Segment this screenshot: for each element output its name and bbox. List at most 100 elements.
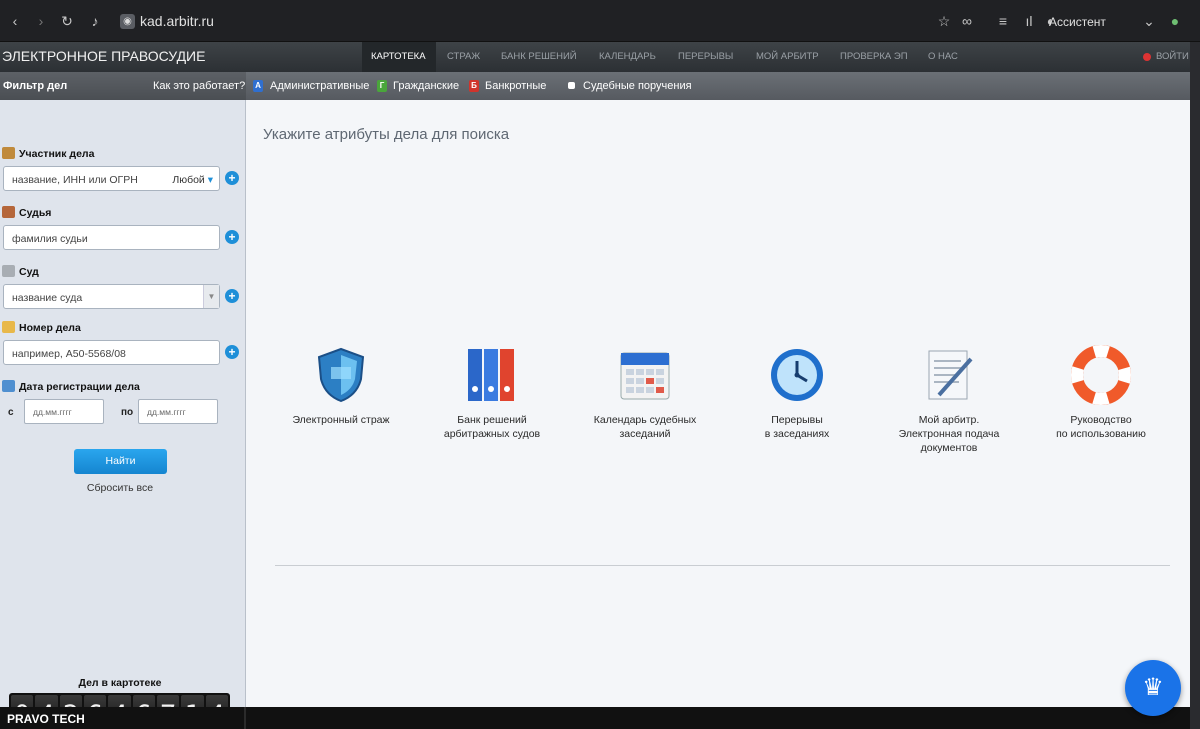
feature-electronic-guard[interactable]: Электронный страж <box>261 345 421 427</box>
feature-court-calendar[interactable]: Календарь судебных заседаний <box>565 345 725 441</box>
login-link[interactable]: ВОЙТИ <box>1156 51 1189 62</box>
case-number-input[interactable]: например, А50-5568/08 <box>3 340 220 365</box>
emblem-button[interactable]: ♛ <box>1125 660 1181 716</box>
browser-toolbar: ‹ › ↻ ♪ ◉ kad.arbitr.ru ☆ ∞ ≡ ıl ◐ Ассис… <box>0 0 1200 42</box>
judge-input[interactable]: фамилия судьи <box>3 225 220 250</box>
clock-icon <box>767 345 827 405</box>
checkbox-icon[interactable] <box>568 82 575 89</box>
counter-digit: 0 <box>11 695 34 707</box>
add-judge-button[interactable]: + <box>225 230 239 244</box>
counter-digit: 7 <box>156 695 180 707</box>
counter-digit: 1 <box>181 695 204 707</box>
calendar-icon <box>615 345 675 405</box>
main-area: Укажите атрибуты дела для поиска Электро… <box>246 100 1190 707</box>
category-administrative[interactable]: Административные <box>270 80 369 92</box>
counter-digit: 2 <box>59 695 82 707</box>
divider <box>275 565 1170 566</box>
nav-moy-arbitr[interactable]: МОЙ АРБИТР <box>756 51 819 62</box>
site-info-icon[interactable]: ◉ <box>120 14 135 29</box>
case-count-label: Дел в картотеке <box>78 677 162 689</box>
feature-breaks[interactable]: Перерывы в заседаниях <box>717 345 877 441</box>
court-placeholder: название суда <box>12 292 83 304</box>
civil-icon: Г <box>377 80 387 92</box>
counter-digit: 6 <box>83 695 107 707</box>
participant-label: Участник дела <box>19 148 95 160</box>
reload-icon[interactable]: ↻ <box>58 12 76 30</box>
nav-kalendar[interactable]: КАЛЕНДАРЬ <box>599 51 656 62</box>
feature-label: Руководство <box>1070 414 1132 426</box>
footer-separator <box>244 707 246 729</box>
address-bar[interactable]: kad.arbitr.ru <box>140 13 214 29</box>
case-number-label: Номер дела <box>19 322 81 334</box>
feature-label: заседаний <box>619 428 671 440</box>
case-counter: 0 4 2 6 4 6 7 1 4 <box>9 693 230 707</box>
profile-avatar[interactable]: ● <box>1166 12 1184 30</box>
feature-my-arbitr[interactable]: Мой арбитр. Электронная подача документо… <box>869 345 1029 455</box>
shield-icon <box>311 345 371 405</box>
feature-label: по использованию <box>1056 428 1146 440</box>
category-civil[interactable]: Гражданские <box>393 80 459 92</box>
feature-label: в заседаниях <box>764 428 830 440</box>
category-bankruptcy[interactable]: Банкротные <box>485 80 546 92</box>
add-participant-button[interactable]: + <box>225 171 239 185</box>
binders-icon <box>462 345 522 405</box>
feature-label: Календарь судебных <box>593 414 697 426</box>
date-to-input[interactable]: дд.мм.гггг <box>138 399 218 424</box>
nav-kartoteka[interactable]: КАРТОТЕКА <box>371 51 426 62</box>
chevron-down-icon[interactable]: ⌄ <box>1140 12 1158 30</box>
lifebuoy-icon <box>1071 345 1131 405</box>
login-icon <box>1143 53 1151 61</box>
dropdown-arrow-icon[interactable]: ▼ <box>203 285 219 308</box>
gavel-icon <box>2 206 15 218</box>
bookmark-star-icon[interactable]: ☆ <box>935 12 953 30</box>
participant-placeholder: название, ИНН или ОГРН <box>12 174 138 186</box>
participant-input[interactable]: название, ИНН или ОГРН Любой ▾ <box>3 166 220 191</box>
participant-role-value: Любой <box>172 174 205 186</box>
counter-digit: 4 <box>35 695 58 707</box>
nav-pereryvy[interactable]: ПЕРЕРЫВЫ <box>678 51 733 62</box>
nav-o-nas[interactable]: О НАС <box>928 51 958 62</box>
date-from-label: с <box>8 407 14 418</box>
reader-icon[interactable]: ≡ <box>994 12 1012 30</box>
feature-guide[interactable]: Руководство по использованию <box>1021 345 1181 441</box>
folder-icon <box>2 321 15 333</box>
nav-bank-resheniy[interactable]: БАНК РЕШЕНИЙ <box>501 51 577 62</box>
reset-all-link[interactable]: Сбросить все <box>60 482 180 494</box>
add-case-number-button[interactable]: + <box>225 345 239 359</box>
court-select[interactable]: название суда ▼ <box>3 284 220 309</box>
footer-brand[interactable]: PRAVO TECH <box>7 712 85 726</box>
site-logo[interactable]: ЭЛЕКТРОННОЕ ПРАВОСУДИЕ <box>2 48 205 64</box>
category-court-orders[interactable]: Судебные поручения <box>583 80 692 92</box>
microphone-icon[interactable]: ♪ <box>86 12 104 30</box>
back-icon[interactable]: ‹ <box>6 12 24 30</box>
add-court-button[interactable]: + <box>225 289 239 303</box>
audio-icon[interactable]: ıl <box>1020 12 1038 30</box>
reg-date-label: Дата регистрации дела <box>19 381 140 393</box>
search-heading: Укажите атрибуты дела для поиска <box>263 126 510 143</box>
assistant-button[interactable]: Ассистент <box>1049 15 1106 29</box>
feature-label: Электронный страж <box>292 414 390 426</box>
page-content: ЭЛЕКТРОННОЕ ПРАВОСУДИЕ КАРТОТЕКА СТРАЖ Б… <box>0 42 1190 707</box>
court-building-icon <box>2 265 15 277</box>
share-link-icon[interactable]: ∞ <box>958 12 976 30</box>
filter-header: Фильтр дел Как это работает? <box>0 72 246 100</box>
find-button[interactable]: Найти <box>74 449 167 474</box>
nav-strazh[interactable]: СТРАЖ <box>447 51 480 62</box>
chevron-down-icon: ▾ <box>207 174 213 186</box>
calendar-small-icon <box>2 380 15 392</box>
forward-icon[interactable]: › <box>32 12 50 30</box>
document-pen-icon <box>919 345 979 405</box>
feature-label: Перерывы <box>771 414 823 426</box>
nav-proverka-ep[interactable]: ПРОВЕРКА ЭП <box>840 51 908 62</box>
counter-digit: 4 <box>108 695 131 707</box>
feature-label: Банк решений <box>457 414 527 426</box>
feature-label: арбитражных судов <box>443 428 541 440</box>
scrollbar-area <box>1190 42 1200 729</box>
top-navigation: ЭЛЕКТРОННОЕ ПРАВОСУДИЕ КАРТОТЕКА СТРАЖ Б… <box>0 42 1190 72</box>
feature-decisions-bank[interactable]: Банк решений арбитражных судов <box>412 345 572 441</box>
how-it-works-link[interactable]: Как это работает? <box>153 80 245 92</box>
administrative-icon: А <box>253 80 263 92</box>
judge-label: Судья <box>19 207 52 219</box>
date-from-input[interactable]: дд.мм.гггг <box>24 399 104 424</box>
participant-role-select[interactable]: Любой ▾ <box>172 174 213 186</box>
